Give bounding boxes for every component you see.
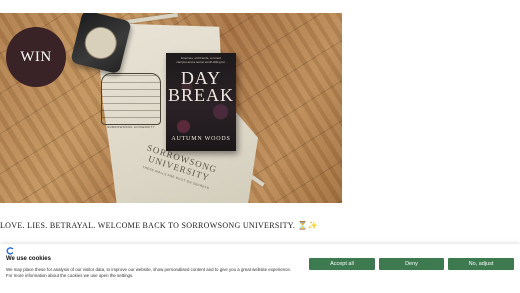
book-blurb: Enemies, old friends, a ruined campus an…: [176, 56, 226, 64]
book-cover: Enemies, old friends, a ruined campus an…: [166, 53, 236, 151]
book-title-line2: BREAK: [167, 84, 234, 105]
deny-button[interactable]: Deny: [379, 258, 444, 270]
accept-all-button[interactable]: Accept all: [309, 258, 375, 270]
adjust-settings-button[interactable]: No, adjust: [448, 258, 514, 270]
win-badge: WIN: [6, 27, 66, 87]
caption-emoji: ⏳✨: [297, 221, 318, 230]
hero-image: SORROWSONG UNIVERSITY SORROWSONG UNIVERS…: [0, 13, 342, 203]
book-author: AUTUMN WOODS: [171, 136, 231, 142]
cookie-banner: We use cookies We may place these for an…: [0, 244, 520, 293]
book-title: DAY BREAK: [166, 69, 236, 105]
post-caption: LOVE. LIES. BETRAYAL. WELCOME BACK TO SO…: [0, 221, 318, 230]
cookie-provider-logo-svg: [6, 247, 14, 255]
cookie-provider-icon: [6, 247, 14, 255]
cookie-description: We may place these for analysis of our v…: [6, 267, 291, 278]
cookie-heading: We use cookies: [6, 256, 51, 262]
crest-caption: SORROWSONG UNIVERSITY: [107, 125, 155, 129]
crest-graphic: [101, 73, 161, 125]
candle-label: [81, 23, 121, 63]
caption-text: LOVE. LIES. BETRAYAL. WELCOME BACK TO SO…: [0, 221, 296, 230]
